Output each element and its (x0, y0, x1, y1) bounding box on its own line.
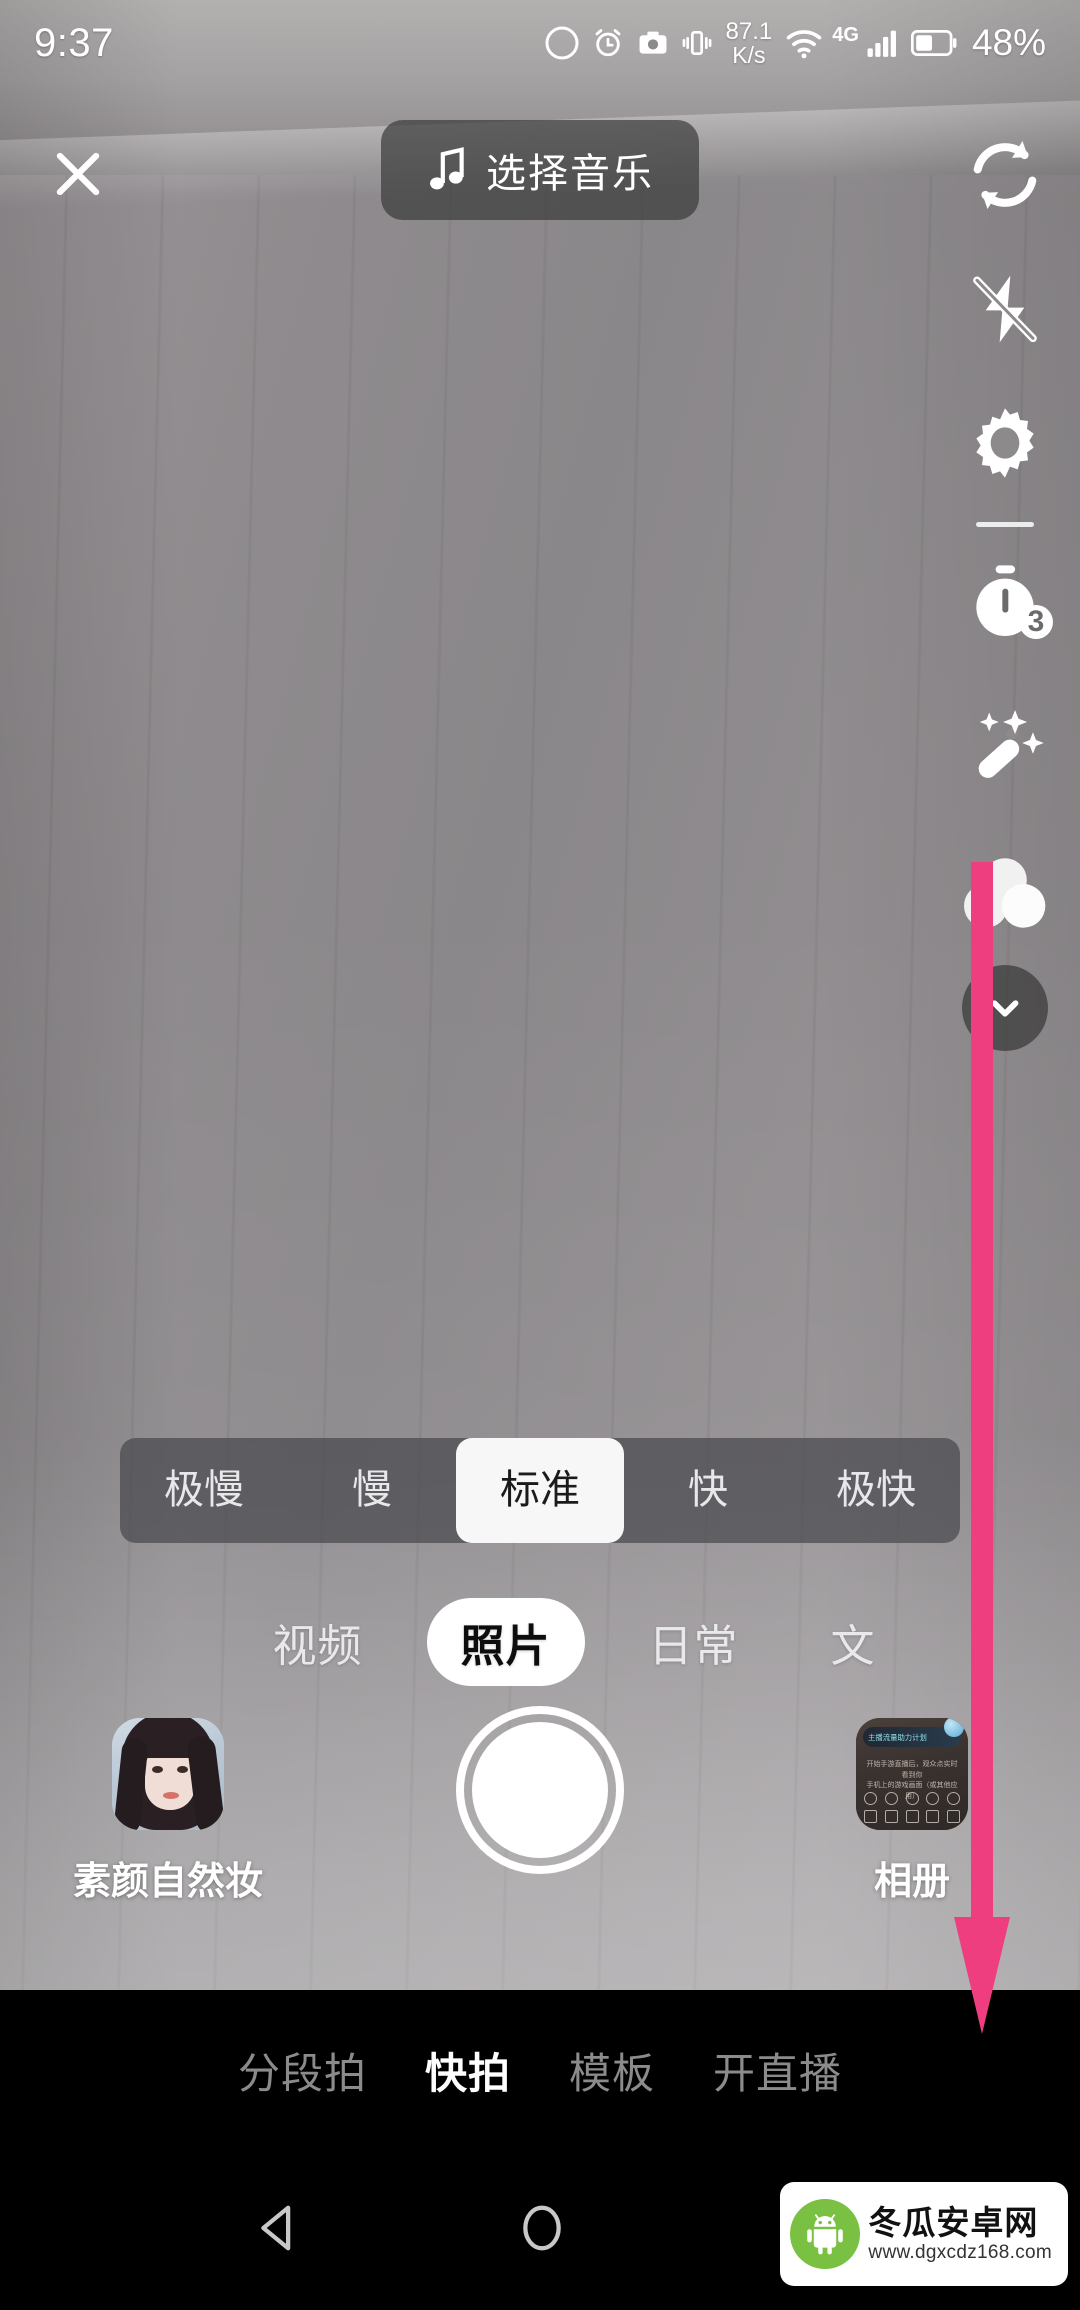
nav-start-live[interactable]: 开直播 (713, 2040, 842, 2101)
watermark-text: 冬瓜安卓网 www.dgxcdz168.com (868, 2204, 1052, 2264)
beauty-filter-label: 素颜自然妆 (73, 1861, 264, 1903)
vibrate-icon (682, 31, 711, 55)
nav-segmented-capture[interactable]: 分段拍 (238, 2040, 367, 2101)
settings-button[interactable] (945, 388, 1065, 498)
album-thumb-icon-row-2 (864, 1810, 960, 1823)
status-time: 9:37 (34, 20, 114, 65)
beauty-filter-thumbnail (112, 1718, 224, 1830)
bottom-mode-nav[interactable]: 分段拍 快拍 模板 开直播 (0, 1990, 1080, 2150)
home-circle-icon (523, 2205, 561, 2250)
filter-circles-icon (963, 858, 1046, 928)
timer-button[interactable]: 3 (945, 549, 1065, 659)
magic-wand-icon (978, 710, 1044, 778)
album-thumb-icon-row-1 (864, 1792, 960, 1805)
close-icon (56, 152, 100, 196)
gear-icon (976, 408, 1034, 478)
flip-camera-button[interactable] (945, 120, 1065, 230)
watermark-url: www.dgxcdz168.com (868, 2242, 1052, 2264)
speed-option-standard[interactable]: 标准 (456, 1438, 624, 1543)
eye-care-icon (545, 26, 579, 60)
album-thumb-icon (884, 1792, 898, 1805)
chevron-down-icon (991, 1000, 1019, 1017)
nav-quick-capture[interactable]: 快拍 (425, 2040, 511, 2101)
timer-badge: 3 (1019, 605, 1053, 639)
album-thumb-icon (905, 1792, 919, 1805)
beauty-button[interactable] (945, 693, 1065, 803)
capture-mode-tabs[interactable]: 视频 照片 日常 文 (0, 1596, 1080, 1688)
album-thumb-icon (884, 1810, 898, 1823)
battery-percent: 48% (971, 22, 1046, 63)
album-thumb-icon (864, 1792, 877, 1805)
camera-preview[interactable] (0, 0, 1080, 1990)
back-triangle-icon (261, 2205, 291, 2250)
speed-option-fast[interactable]: 快 (624, 1438, 792, 1543)
watermark: 冬瓜安卓网 www.dgxcdz168.com (780, 2182, 1068, 2286)
album-thumb-banner-text: 主播流量助力计划 (868, 1732, 927, 1742)
speed-selector[interactable]: 极慢 慢 标准 快 极快 (120, 1438, 960, 1543)
beauty-filter-button[interactable]: 素颜自然妆 (73, 1718, 263, 1905)
music-note-icon (430, 147, 464, 190)
album-thumb-icon (947, 1792, 960, 1805)
wifi-icon (786, 30, 822, 59)
status-bar: 9:37 87.1 K/s 4G 48% (0, 0, 1080, 86)
shutter-button[interactable] (456, 1706, 624, 1874)
speed-option-very-fast[interactable]: 极快 (792, 1438, 960, 1543)
nav-template[interactable]: 模板 (569, 2040, 655, 2101)
tab-photo[interactable]: 照片 (426, 1598, 585, 1686)
capture-controls-row: 素颜自然妆 主播流量助力计划 开始手游直播后，观众点实时看到你 手机上的游戏画面… (0, 1700, 1080, 1960)
tab-daily[interactable]: 日常 (621, 1598, 767, 1686)
close-button[interactable] (32, 128, 124, 220)
select-music-button[interactable]: 选择音乐 (381, 120, 699, 220)
album-thumb-icon (947, 1810, 960, 1823)
album-thumb-body-line1: 开始手游直播后，观众点实时看到你 (866, 1761, 958, 1779)
album-thumb-icon (926, 1810, 940, 1823)
phone-screen: 9:37 87.1 K/s 4G 48% 选择音乐 3 极慢 慢 标准 快 极快… (0, 0, 1080, 2310)
album-thumb-icon (926, 1792, 940, 1805)
tab-video[interactable]: 视频 (245, 1598, 391, 1686)
camera-icon (639, 31, 666, 54)
alarm-icon (595, 29, 620, 57)
network-speed: 87.1 K/s (725, 17, 773, 68)
album-label: 相册 (873, 1861, 950, 1903)
filters-button[interactable] (945, 837, 1065, 947)
album-thumbnail: 主播流量助力计划 开始手游直播后，观众点实时看到你 手机上的游戏画面（或其他应用… (856, 1718, 968, 1830)
status-icons: 87.1 K/s 4G 48% (544, 17, 1046, 68)
flash-button[interactable] (945, 254, 1065, 364)
network-type: 4G (832, 23, 859, 46)
beauty-thumb-eye-right (177, 1766, 188, 1773)
watermark-name: 冬瓜安卓网 (868, 2204, 1039, 2242)
speed-option-slow[interactable]: 慢 (288, 1438, 456, 1543)
album-button[interactable]: 主播流量助力计划 开始手游直播后，观众点实时看到你 手机上的游戏画面（或其他应用… (836, 1718, 988, 1905)
home-button[interactable] (515, 2201, 569, 2260)
network-speed-value: 87.1 (725, 17, 773, 45)
album-thumb-avatar (944, 1718, 964, 1737)
back-button[interactable] (251, 2201, 305, 2260)
battery-icon (910, 29, 957, 57)
beauty-thumb-lips (163, 1792, 179, 1799)
android-robot-icon (790, 2199, 861, 2269)
camera-tools-rail: 3 (930, 120, 1080, 1051)
flash-off-icon (973, 275, 1037, 343)
collapse-tools-button[interactable] (962, 965, 1048, 1051)
beauty-thumb-eye-left (152, 1766, 163, 1773)
album-thumb-icon (905, 1810, 919, 1823)
album-thumb-icon (864, 1810, 877, 1823)
speed-option-very-slow[interactable]: 极慢 (120, 1438, 288, 1543)
signal-icon (867, 30, 896, 57)
select-music-label: 选择音乐 (486, 152, 654, 196)
network-speed-unit: K/s (732, 41, 766, 68)
rail-divider (976, 522, 1034, 527)
tab-text[interactable]: 文 (803, 1598, 876, 1686)
flip-camera-icon (973, 141, 1037, 209)
shutter-button-inner (472, 1722, 608, 1858)
